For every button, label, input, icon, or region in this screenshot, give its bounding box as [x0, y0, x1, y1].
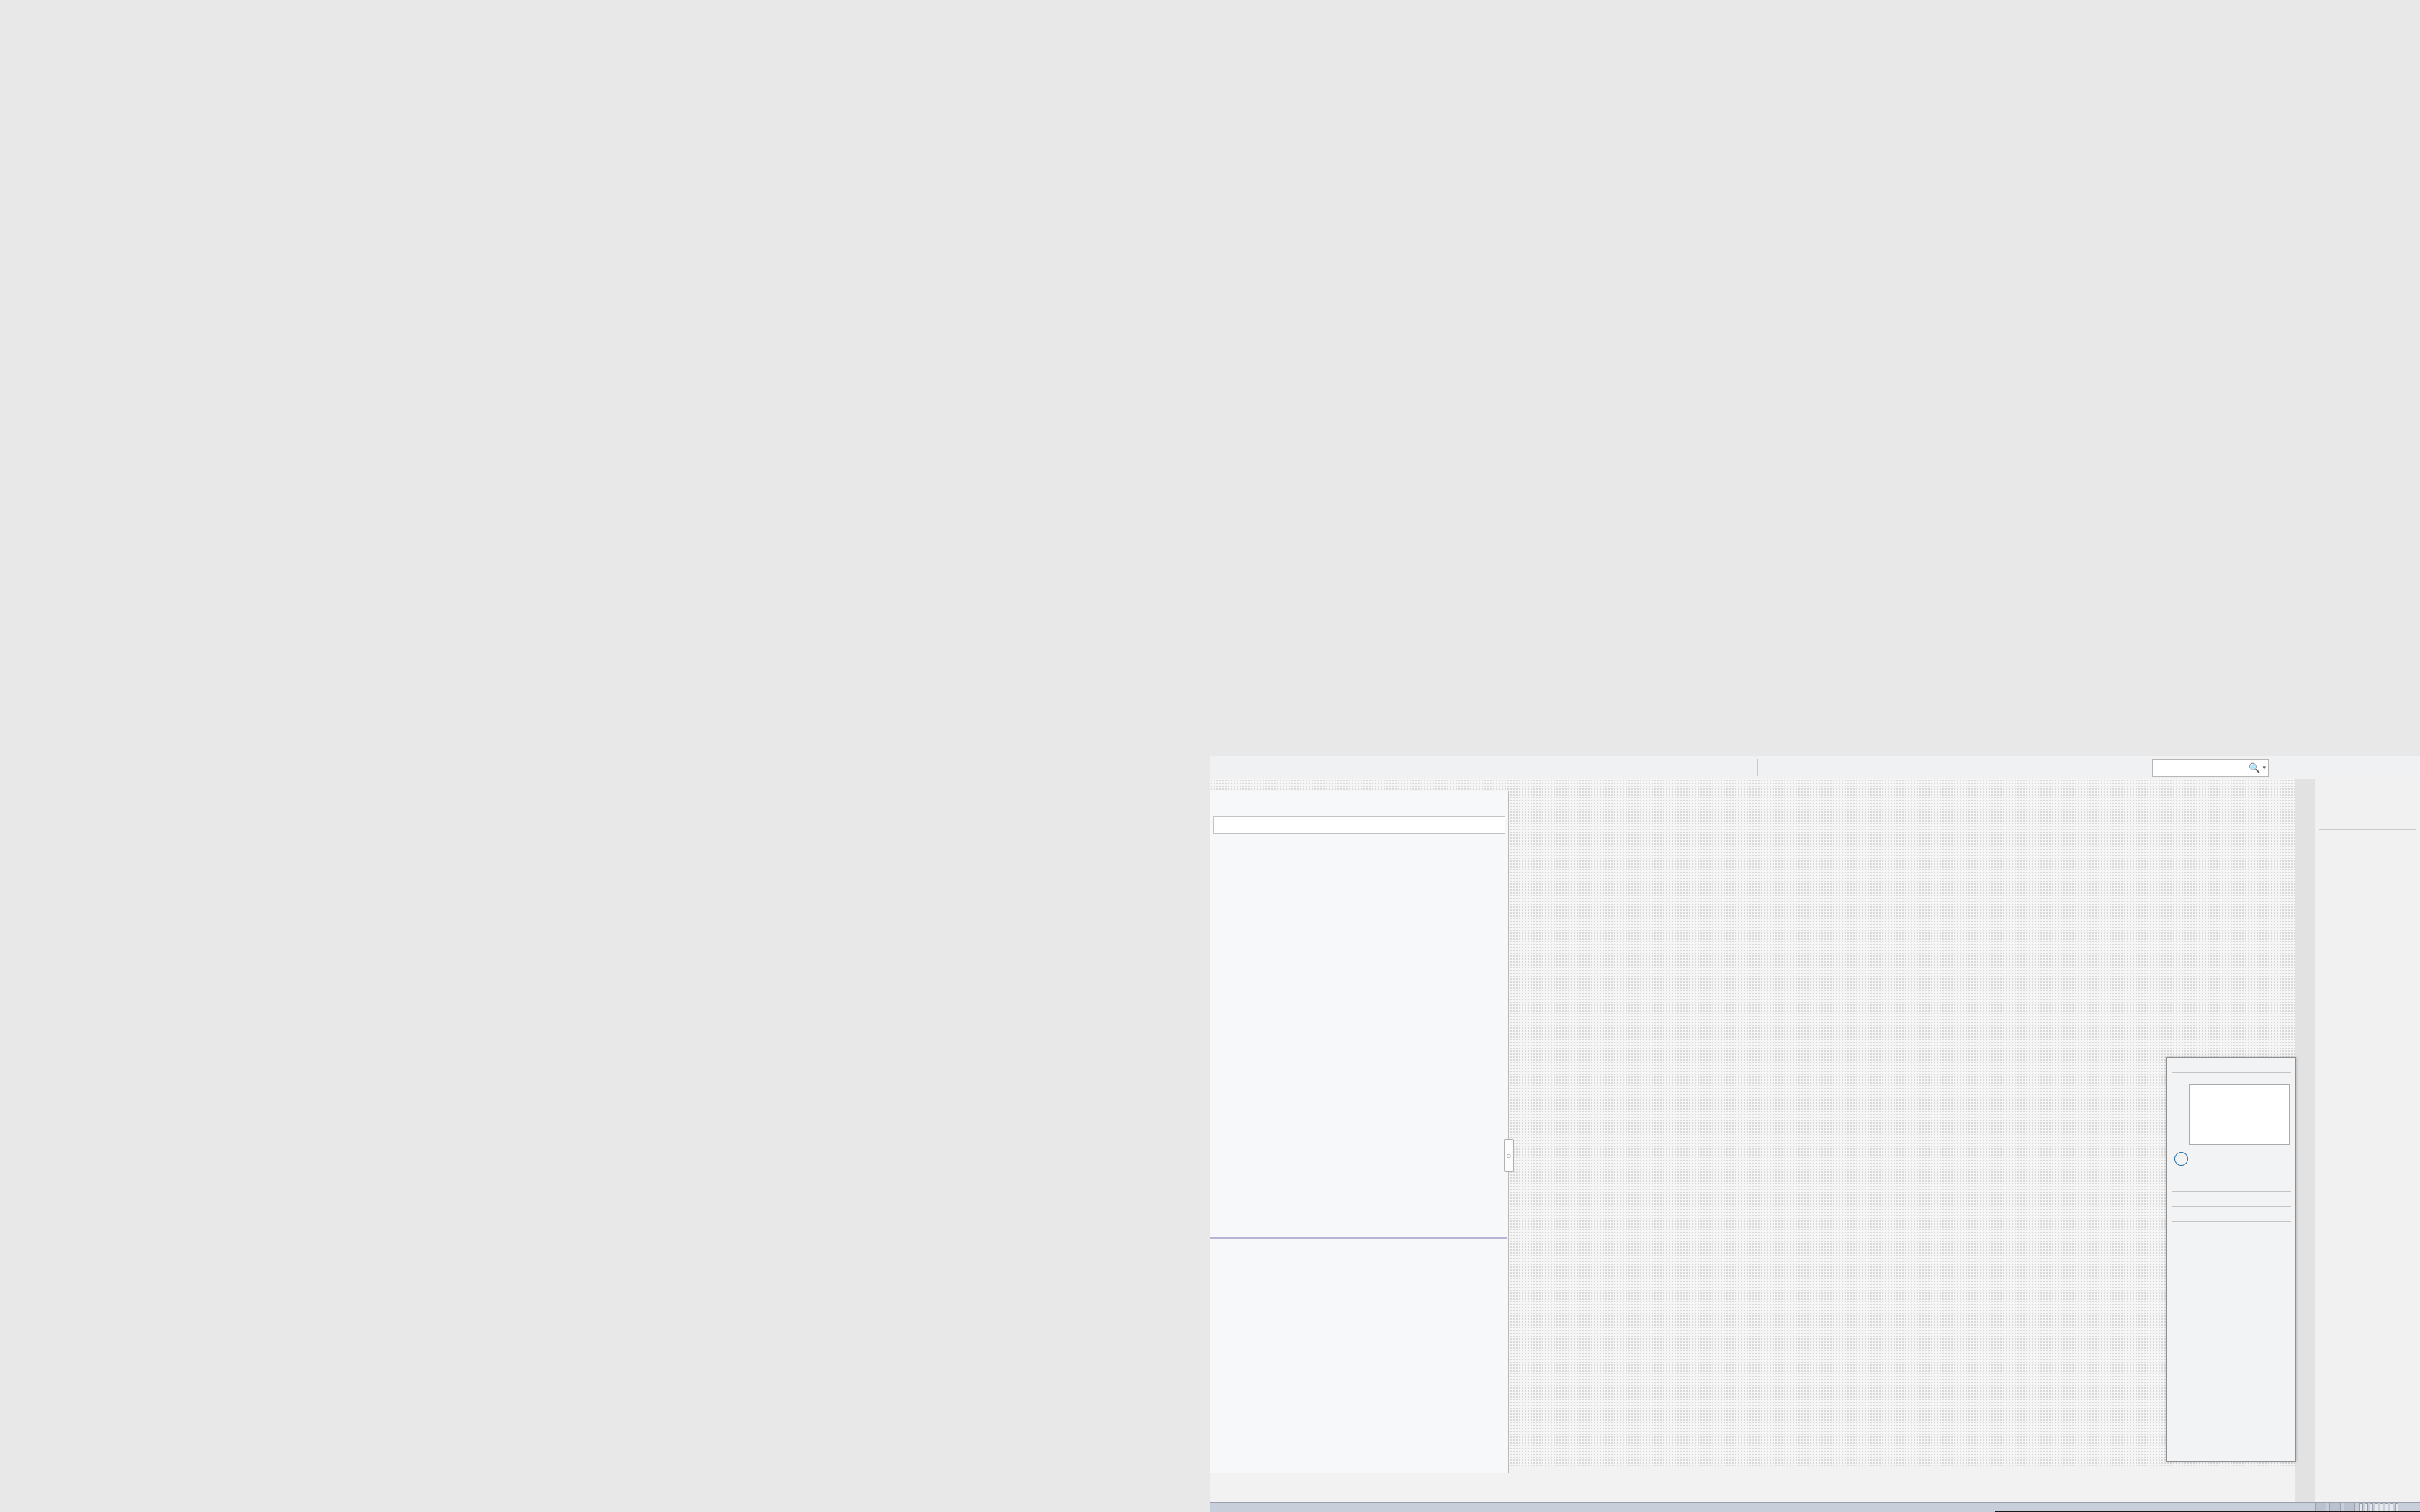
title-bar: 🔍 ▾ [1210, 756, 2420, 780]
menu-separator [1757, 759, 1758, 776]
search-dropdown-icon[interactable]: ▾ [2262, 764, 2268, 772]
info-icon [2174, 1152, 2188, 1166]
search-icon[interactable]: 🔍 [2246, 762, 2262, 774]
options-header[interactable] [2167, 1197, 2295, 1200]
command-manager-tabstrip[interactable] [2295, 779, 2316, 1512]
quick-access-toolbar[interactable] [1862, 762, 2150, 774]
existing-relations-header[interactable] [2167, 1079, 2295, 1081]
kaleidoscope-stage: 🔍 ▾ ⊙ [0, 0, 2420, 1512]
add-relations-header[interactable] [2167, 1182, 2295, 1185]
sketch-command-column [2315, 779, 2420, 1512]
line-properties-panel[interactable] [2166, 1057, 2296, 1462]
feature-manager-panel[interactable] [1210, 791, 1509, 1473]
panel-splitter-grip[interactable]: ⊙ [1504, 1139, 1514, 1172]
parameters-header[interactable] [2167, 1212, 2295, 1215]
solidworks-window: 🔍 ▾ ⊙ [1210, 756, 2420, 1512]
search-box[interactable]: 🔍 ▾ [2152, 759, 2269, 777]
tree-filter-input[interactable] [1213, 816, 1505, 834]
tree-splitter[interactable] [1210, 1237, 1507, 1239]
relations-listbox[interactable] [2189, 1084, 2290, 1145]
additional-parameters-header[interactable] [2167, 1228, 2295, 1230]
command-divider [2319, 829, 2416, 830]
